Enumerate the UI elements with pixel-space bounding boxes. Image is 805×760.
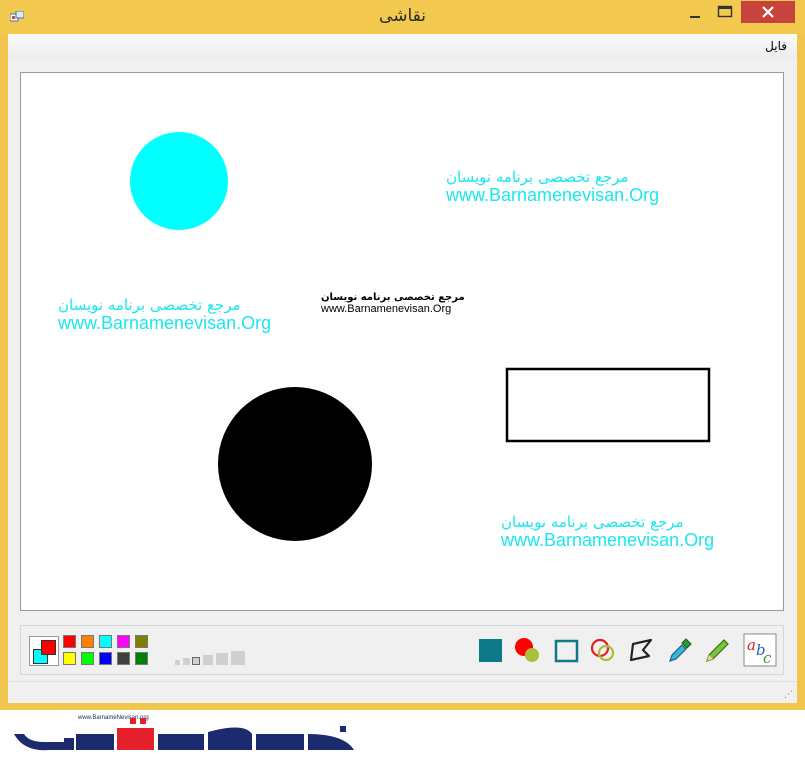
color-swatch-cyan[interactable] <box>99 635 112 648</box>
brush-size-2[interactable] <box>183 658 190 665</box>
small-text-fa: مرجع تخصصی برنامه نویسان <box>321 292 465 303</box>
filled-ellipse-tool-icon[interactable] <box>513 636 541 664</box>
brush-size-5[interactable] <box>216 653 228 665</box>
polygon-tool-icon[interactable] <box>627 636 655 664</box>
small-text-center: مرجع تخصصی برنامه نویسان www.Barnamenevi… <box>321 292 465 315</box>
watermark-text-en: www.Barnamenevisan.Org <box>501 529 715 550</box>
color-swatch-olive[interactable] <box>135 635 148 648</box>
watermark-text-fa: مرجع تخصصی برنامه نویسان <box>58 296 241 314</box>
ellipse-tool-icon[interactable] <box>589 636 617 664</box>
watermark-text-fa: مرجع تخصصی برنامه نویسان <box>501 513 684 531</box>
cyan-circle <box>130 132 228 230</box>
color-swatch-blue[interactable] <box>99 652 112 665</box>
small-text-en: www.Barnamenevisan.Org <box>321 303 452 315</box>
color-swatch-green[interactable] <box>81 652 94 665</box>
resize-grip-icon[interactable]: ⋰ <box>784 690 793 700</box>
minimize-icon[interactable] <box>682 0 708 24</box>
pencil-tool-icon[interactable] <box>703 636 731 664</box>
drawing-canvas[interactable]: مرجع تخصصی برنامه نویسان www.Barnamenevi… <box>20 72 784 611</box>
maximize-icon[interactable] <box>712 0 738 24</box>
color-swatch-magenta[interactable] <box>117 635 130 648</box>
rectangle-tool-icon[interactable] <box>553 636 581 664</box>
brush-size-1[interactable] <box>175 660 180 665</box>
brush-size-6[interactable] <box>231 651 245 665</box>
close-icon[interactable] <box>741 1 795 23</box>
client-area: فایل مرجع تخصصی برنامه نویسان www.Barnam… <box>8 34 797 703</box>
text-tool-icon[interactable]: a b c <box>743 633 777 667</box>
watermark-text-en: www.Barnamenevisan.Org <box>446 184 660 205</box>
svg-text:a: a <box>747 636 756 654</box>
footer-logo: www.BarnameNevisan.org <box>14 712 364 760</box>
color-swatch-yellow[interactable] <box>63 652 76 665</box>
watermark-bottom-right: مرجع تخصصی برنامه نویسان www.Barnamenevi… <box>501 514 714 550</box>
color-swatch-darkgreen[interactable] <box>135 652 148 665</box>
watermark-left: مرجع تخصصی برنامه نویسان www.Barnamenevi… <box>58 297 271 333</box>
black-rectangle <box>505 367 711 443</box>
tool-panel: a b c <box>20 625 784 675</box>
logo-graphic <box>14 718 354 751</box>
filled-rectangle-tool-icon[interactable] <box>477 636 505 664</box>
status-bar: ⋰ <box>8 681 797 703</box>
color-selector[interactable] <box>29 636 59 666</box>
app-window: نقاشی فایل مرجع تخصصی برنامه نویسان www.… <box>0 0 805 710</box>
watermark-text-en: www.Barnamenevisan.Org <box>58 312 272 333</box>
svg-text:c: c <box>763 649 772 667</box>
watermark-top-right: مرجع تخصصی برنامه نویسان www.Barnamenevi… <box>446 169 659 205</box>
color-swatch-darkgray[interactable] <box>117 652 130 665</box>
menu-bar: فایل <box>8 34 797 60</box>
menu-file[interactable]: فایل <box>765 39 787 53</box>
brush-size-3-selected[interactable] <box>192 657 200 665</box>
title-bar[interactable]: نقاشی <box>0 0 805 34</box>
black-circle <box>218 387 372 541</box>
eyedropper-tool-icon[interactable] <box>665 636 693 664</box>
brush-size-4[interactable] <box>203 655 213 665</box>
watermark-text-fa: مرجع تخصصی برنامه نویسان <box>446 168 629 186</box>
primary-color[interactable] <box>41 640 56 655</box>
color-swatch-red[interactable] <box>63 635 76 648</box>
color-swatch-orange[interactable] <box>81 635 94 648</box>
